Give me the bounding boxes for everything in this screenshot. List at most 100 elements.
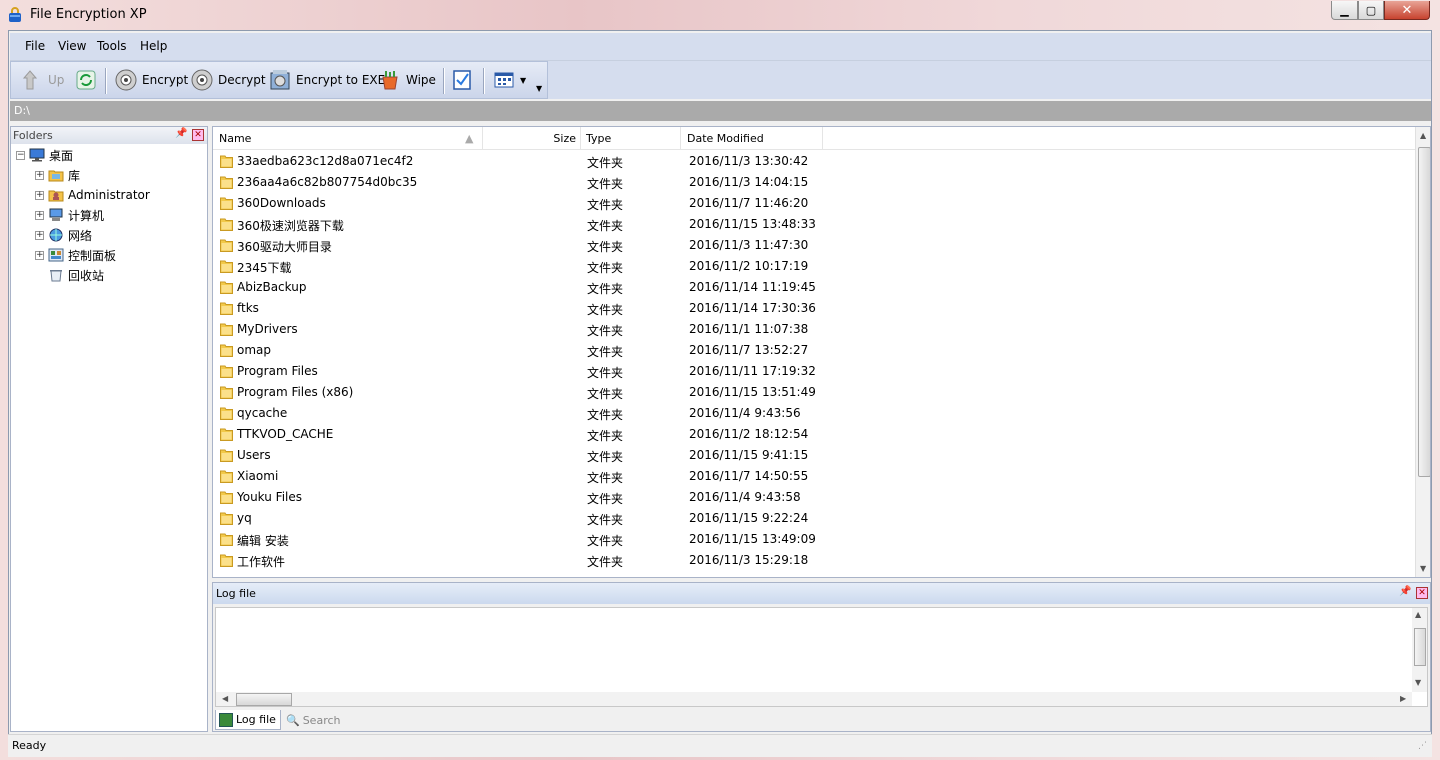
collapse-icon[interactable]: − — [16, 150, 25, 160]
toolbar-separator — [105, 68, 107, 94]
up-arrow-icon — [22, 70, 38, 90]
encrypt-button[interactable]: Encrypt — [115, 62, 188, 98]
scroll-up-icon[interactable]: ▲ — [1415, 610, 1421, 619]
table-row[interactable]: 工作软件 文件夹 2016/11/3 15:29:18 — [213, 550, 1413, 571]
checklist-icon — [453, 70, 471, 90]
title-bar[interactable]: File Encryption XP ▁ ▢ ✕ — [0, 0, 1440, 30]
file-list: Name ▲ Size Type Date Modified 33aedba62… — [212, 126, 1431, 578]
table-row[interactable]: Youku Files 文件夹 2016/11/4 9:43:58 — [213, 487, 1413, 508]
wipe-label: Wipe — [406, 73, 436, 87]
pin-icon[interactable]: 📌 — [175, 128, 187, 139]
expand-icon[interactable]: + — [35, 170, 44, 180]
panel-close-icon[interactable]: ✕ — [1416, 587, 1428, 599]
tree-label: 桌面 — [49, 148, 74, 163]
tree-item-recycle-bin[interactable]: 回收站 — [48, 266, 104, 284]
cell-type: 文件夹 — [587, 303, 624, 317]
log-text-area[interactable]: ▲ ▼ ◀ ▶ — [215, 607, 1428, 707]
menu-bar: File View Tools Help — [10, 33, 1431, 61]
tree-item-administrator[interactable]: + Administrator — [35, 186, 150, 204]
list-header: Name ▲ Size Type Date Modified — [213, 127, 1415, 150]
sort-ascending-icon: ▲ — [465, 132, 474, 145]
table-row[interactable]: 33aedba623c12d8a071ec4f2 文件夹 2016/11/3 13:… — [213, 151, 1413, 172]
menu-help[interactable]: Help — [140, 39, 167, 53]
log-horizontal-scrollbar[interactable]: ◀ ▶ — [216, 692, 1412, 706]
table-row[interactable]: AbizBackup 文件夹 2016/11/14 11:19:45 — [213, 277, 1413, 298]
expand-icon[interactable]: + — [35, 210, 44, 220]
menu-file[interactable]: File — [25, 39, 45, 53]
table-row[interactable]: 360极速浏览器下载 文件夹 2016/11/15 13:48:33 — [213, 214, 1413, 235]
encrypt-to-exe-button[interactable]: Encrypt to EXE — [269, 62, 385, 98]
scroll-thumb[interactable] — [1414, 628, 1426, 666]
pin-icon[interactable]: 📌 — [1399, 586, 1411, 597]
column-name-header[interactable]: Name ▲ — [213, 127, 483, 149]
scroll-up-icon[interactable]: ▲ — [1420, 131, 1426, 140]
scroll-down-icon[interactable]: ▼ — [1415, 678, 1421, 687]
tab-log-file[interactable]: Log file — [215, 710, 281, 730]
table-row[interactable]: TTKVOD_CACHE 文件夹 2016/11/2 18:12:54 — [213, 424, 1413, 445]
folder-icon — [220, 281, 233, 294]
table-row[interactable]: 2345下载 文件夹 2016/11/2 10:17:19 — [213, 256, 1413, 277]
column-date-header[interactable]: Date Modified — [681, 127, 823, 149]
view-mode-dropdown[interactable]: ▼ — [493, 62, 526, 98]
tree-item-desktop[interactable]: − 桌面 — [16, 146, 73, 164]
table-row[interactable]: Program Files 文件夹 2016/11/11 17:19:32 — [213, 361, 1413, 382]
tree-item-network[interactable]: + 网络 — [35, 226, 92, 244]
table-row[interactable]: MyDrivers 文件夹 2016/11/1 11:07:38 — [213, 319, 1413, 340]
cell-name: qycache — [237, 406, 288, 420]
table-row[interactable]: Xiaomi 文件夹 2016/11/7 14:50:55 — [213, 466, 1413, 487]
cell-type: 文件夹 — [587, 345, 624, 359]
path-bar[interactable]: D:\ — [10, 101, 1431, 121]
tree-item-computer[interactable]: + 计算机 — [35, 206, 104, 224]
table-row[interactable]: 编辑 安装 文件夹 2016/11/15 13:49:09 — [213, 529, 1413, 550]
table-row[interactable]: 360Downloads 文件夹 2016/11/7 11:46:20 — [213, 193, 1413, 214]
column-type-header[interactable]: Type — [581, 127, 681, 149]
cell-name: 360极速浏览器下载 — [237, 219, 344, 233]
folder-icon — [220, 344, 233, 357]
status-text: Ready — [12, 739, 47, 752]
cell-type: 文件夹 — [587, 471, 624, 485]
folder-icon — [220, 218, 233, 231]
table-row[interactable]: 236aa4a6c82b807754d0bc35 文件夹 2016/11/3 14:… — [213, 172, 1413, 193]
cell-type: 文件夹 — [587, 219, 624, 233]
maximize-button[interactable]: ▢ — [1358, 1, 1384, 20]
cell-type: 文件夹 — [587, 408, 624, 422]
refresh-button[interactable] — [75, 62, 102, 98]
scroll-down-icon[interactable]: ▼ — [1420, 564, 1426, 573]
table-row[interactable]: Users 文件夹 2016/11/15 9:41:15 — [213, 445, 1413, 466]
window-title: File Encryption XP — [30, 7, 147, 22]
table-row[interactable]: Program Files (x86) 文件夹 2016/11/15 13:51:4… — [213, 382, 1413, 403]
minimize-button[interactable]: ▁ — [1331, 1, 1358, 20]
check-button[interactable] — [451, 62, 478, 98]
menu-tools[interactable]: Tools — [97, 39, 127, 53]
expand-icon[interactable]: + — [35, 230, 44, 240]
menu-view[interactable]: View — [58, 39, 86, 53]
toolbar-overflow-icon[interactable]: ▼ — [536, 84, 542, 93]
up-button[interactable]: Up — [21, 62, 64, 98]
tree-item-control-panel[interactable]: + 控制面板 — [35, 246, 116, 264]
panel-close-icon[interactable]: ✕ — [192, 129, 204, 141]
scroll-thumb[interactable] — [1418, 147, 1430, 477]
wipe-button[interactable]: Wipe — [379, 62, 436, 98]
cell-date: 2016/11/3 11:47:30 — [689, 238, 809, 252]
computer-icon — [49, 208, 63, 221]
list-vertical-scrollbar[interactable]: ▲ ▼ — [1415, 127, 1430, 577]
close-button[interactable]: ✕ — [1384, 1, 1430, 20]
tree-item-library[interactable]: + 库 — [35, 166, 80, 184]
table-row[interactable]: 360驱动大师目录 文件夹 2016/11/3 11:47:30 — [213, 235, 1413, 256]
table-row[interactable]: omap 文件夹 2016/11/7 13:52:27 — [213, 340, 1413, 361]
decrypt-button[interactable]: Decrypt — [191, 62, 266, 98]
table-row[interactable]: yq 文件夹 2016/11/15 9:22:24 — [213, 508, 1413, 529]
tab-search[interactable]: 🔍 Search — [283, 710, 345, 730]
expand-icon[interactable]: + — [35, 190, 44, 200]
log-vertical-scrollbar[interactable]: ▲ ▼ — [1412, 608, 1427, 692]
table-row[interactable]: ftks 文件夹 2016/11/14 17:30:36 — [213, 298, 1413, 319]
cell-date: 2016/11/11 17:19:32 — [689, 364, 816, 378]
scroll-thumb[interactable] — [236, 693, 292, 706]
resize-grip-icon[interactable]: ⋰ — [1418, 741, 1427, 751]
scroll-left-icon[interactable]: ◀ — [222, 694, 228, 703]
expand-icon[interactable]: + — [35, 250, 44, 260]
table-row[interactable]: qycache 文件夹 2016/11/4 9:43:56 — [213, 403, 1413, 424]
column-size-header[interactable]: Size — [483, 127, 581, 149]
scroll-right-icon[interactable]: ▶ — [1400, 694, 1406, 703]
cell-type: 文件夹 — [587, 198, 624, 212]
